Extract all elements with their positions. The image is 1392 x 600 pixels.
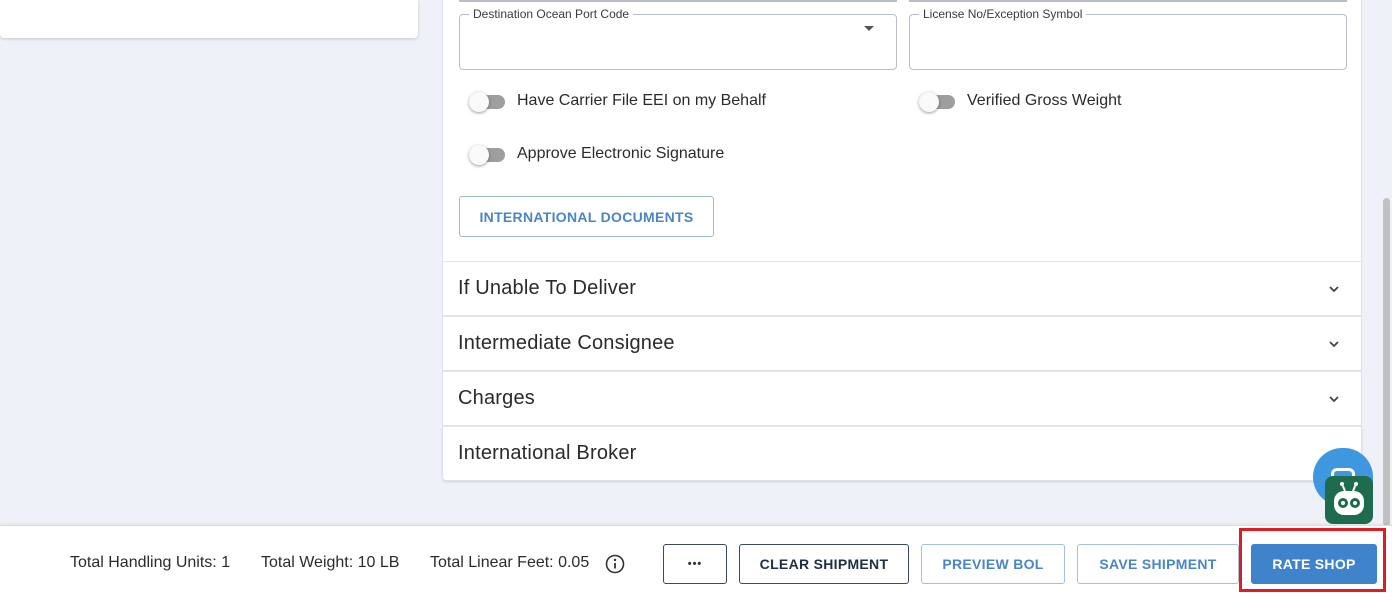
accordion-international-broker[interactable]: International Broker — [442, 426, 1362, 481]
robot-icon — [1334, 482, 1364, 515]
preview-bol-button[interactable]: PREVIEW BOL — [921, 544, 1065, 584]
accordion-title: International Broker — [458, 442, 637, 464]
shipment-footer: Total Handling Units: 1 Total Weight: 10… — [0, 525, 1392, 600]
dropdown-caret-icon — [864, 26, 874, 31]
clear-shipment-button[interactable]: CLEAR SHIPMENT — [739, 544, 909, 584]
previous-field-edge — [909, 0, 1347, 2]
license-no-label: License No/Exception Symbol — [919, 7, 1087, 21]
accordion-title: Charges — [458, 387, 535, 409]
left-card — [0, 0, 418, 38]
international-documents-button[interactable]: INTERNATIONAL DOCUMENTS — [459, 196, 714, 237]
license-no-field[interactable]: License No/Exception Symbol — [909, 7, 1347, 70]
chevron-down-icon — [1329, 286, 1339, 293]
accordion-intermediate-consignee[interactable]: Intermediate Consignee — [442, 316, 1362, 371]
toggle-approve-signature[interactable]: Approve Electronic Signature — [469, 143, 724, 165]
toggle-label: Verified Gross Weight — [967, 92, 1122, 109]
international-details-panel: Destination Ocean Port Code License No/E… — [442, 0, 1362, 261]
toggle-switch[interactable] — [919, 91, 955, 112]
scrollbar-thumb[interactable] — [1383, 198, 1390, 526]
page-scrollbar[interactable] — [1380, 0, 1392, 526]
toggle-carrier-file-eei[interactable]: Have Carrier File EEI on my Behalf — [469, 90, 766, 112]
accordion-title: If Unable To Deliver — [458, 277, 637, 299]
toggle-label: Have Carrier File EEI on my Behalf — [517, 92, 766, 109]
accordion-if-unable-to-deliver[interactable]: If Unable To Deliver — [442, 261, 1362, 316]
destination-port-label: Destination Ocean Port Code — [469, 7, 634, 21]
total-weight: Total Weight: 10 LB — [261, 554, 400, 571]
rate-shop-highlight — [1239, 528, 1386, 592]
toggle-switch[interactable] — [469, 91, 505, 112]
more-options-button[interactable]: ••• — [663, 544, 727, 584]
toggle-switch[interactable] — [469, 144, 505, 165]
total-linear-feet: Total Linear Feet: 0.05 — [430, 554, 590, 571]
more-dots-icon: ••• — [687, 558, 703, 570]
chevron-down-icon — [1329, 396, 1339, 403]
toggle-verified-gross-weight[interactable]: Verified Gross Weight — [919, 90, 1121, 112]
total-handling-units: Total Handling Units: 1 — [70, 554, 231, 571]
chevron-down-icon — [1329, 341, 1339, 348]
accordion-title: Intermediate Consignee — [458, 332, 675, 354]
accordion-charges[interactable]: Charges — [442, 371, 1362, 426]
previous-field-edge — [459, 0, 897, 2]
toggle-label: Approve Electronic Signature — [517, 145, 725, 162]
info-icon[interactable] — [605, 554, 625, 574]
assistant-bot-button[interactable] — [1325, 476, 1373, 524]
save-shipment-button[interactable]: SAVE SHIPMENT — [1077, 544, 1239, 584]
destination-port-select[interactable]: Destination Ocean Port Code — [459, 7, 897, 70]
